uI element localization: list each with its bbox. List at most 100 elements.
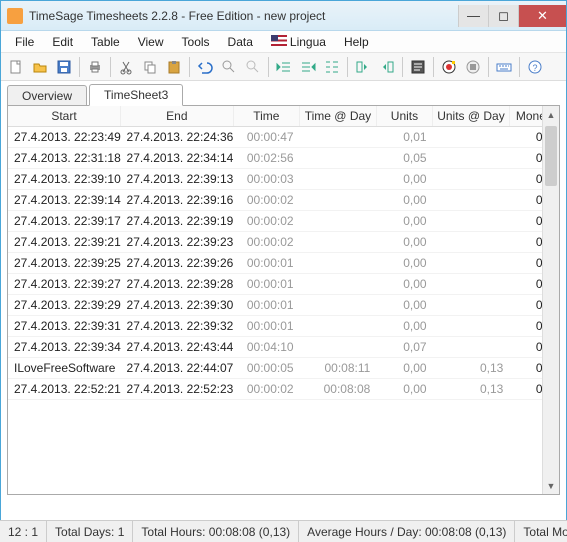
- menu-help[interactable]: Help: [336, 33, 377, 51]
- treeview-icon[interactable]: [321, 56, 343, 78]
- col-end[interactable]: End: [121, 106, 234, 127]
- cell-end[interactable]: 27.4.2013. 22:39:13: [121, 169, 234, 190]
- print-icon[interactable]: [84, 56, 106, 78]
- cell-time[interactable]: 00:00:47: [233, 127, 300, 148]
- cell-time-day[interactable]: [300, 127, 377, 148]
- cell-end[interactable]: 27.4.2013. 22:39:23: [121, 232, 234, 253]
- tab-timesheet3[interactable]: TimeSheet3: [89, 84, 183, 106]
- cell-units-day[interactable]: 0,13: [433, 379, 510, 400]
- scrollbar-thumb[interactable]: [545, 126, 557, 186]
- cell-time-day[interactable]: [300, 190, 377, 211]
- cell-end[interactable]: 27.4.2013. 22:39:16: [121, 190, 234, 211]
- cell-end[interactable]: 27.4.2013. 22:39:32: [121, 316, 234, 337]
- new-icon[interactable]: [5, 56, 27, 78]
- cell-time[interactable]: 00:00:01: [233, 316, 300, 337]
- table-row[interactable]: 27.4.2013. 22:39:3427.4.2013. 22:43:4400…: [8, 337, 559, 358]
- table-row[interactable]: 27.4.2013. 22:39:1027.4.2013. 22:39:1300…: [8, 169, 559, 190]
- table-row[interactable]: 27.4.2013. 22:39:1727.4.2013. 22:39:1900…: [8, 211, 559, 232]
- cell-start[interactable]: 27.4.2013. 22:39:31: [8, 316, 121, 337]
- cell-time-day[interactable]: [300, 316, 377, 337]
- cell-time[interactable]: 00:00:02: [233, 190, 300, 211]
- cell-time[interactable]: 00:00:05: [233, 358, 300, 379]
- col-units-day[interactable]: Units @ Day: [433, 106, 510, 127]
- cell-units[interactable]: 0,00: [376, 379, 432, 400]
- scroll-up-icon[interactable]: ▲: [543, 106, 559, 123]
- titlebar[interactable]: TimeSage Timesheets 2.2.8 - Free Edition…: [1, 1, 566, 31]
- cell-time-day[interactable]: [300, 295, 377, 316]
- cell-start[interactable]: 27.4.2013. 22:39:25: [8, 253, 121, 274]
- record-icon[interactable]: [438, 56, 460, 78]
- maximize-button[interactable]: ◻: [488, 5, 518, 27]
- cell-start[interactable]: 27.4.2013. 22:23:49: [8, 127, 121, 148]
- findnext-icon[interactable]: [242, 56, 264, 78]
- cell-units-day[interactable]: [433, 232, 510, 253]
- cell-end[interactable]: 27.4.2013. 22:43:44: [121, 337, 234, 358]
- menu-tools[interactable]: Tools: [174, 33, 218, 51]
- col-start[interactable]: Start: [8, 106, 121, 127]
- cell-start[interactable]: 27.4.2013. 22:39:10: [8, 169, 121, 190]
- table-row[interactable]: 27.4.2013. 22:39:3127.4.2013. 22:39:3200…: [8, 316, 559, 337]
- cell-time[interactable]: 00:00:01: [233, 253, 300, 274]
- cell-units-day[interactable]: [433, 169, 510, 190]
- cell-end[interactable]: 27.4.2013. 22:44:07: [121, 358, 234, 379]
- cell-units-day[interactable]: [433, 337, 510, 358]
- cell-units[interactable]: 0,07: [376, 337, 432, 358]
- cell-time-day[interactable]: [300, 274, 377, 295]
- cell-time[interactable]: 00:00:03: [233, 169, 300, 190]
- copy-icon[interactable]: [139, 56, 161, 78]
- find-icon[interactable]: [218, 56, 240, 78]
- cell-units-day[interactable]: [433, 190, 510, 211]
- menu-view[interactable]: View: [130, 33, 172, 51]
- cell-time[interactable]: 00:00:02: [233, 232, 300, 253]
- cell-units[interactable]: 0,00: [376, 211, 432, 232]
- table-row[interactable]: 27.4.2013. 22:39:2527.4.2013. 22:39:2600…: [8, 253, 559, 274]
- cell-end[interactable]: 27.4.2013. 22:52:23: [121, 379, 234, 400]
- table-row[interactable]: ILoveFreeSoftware27.4.2013. 22:44:0700:0…: [8, 358, 559, 379]
- cell-start[interactable]: ILoveFreeSoftware: [8, 358, 121, 379]
- column-right-icon[interactable]: [376, 56, 398, 78]
- cell-units[interactable]: 0,00: [376, 232, 432, 253]
- cell-end[interactable]: 27.4.2013. 22:24:36: [121, 127, 234, 148]
- cell-time[interactable]: 00:00:02: [233, 211, 300, 232]
- cell-start[interactable]: 27.4.2013. 22:39:27: [8, 274, 121, 295]
- paste-icon[interactable]: [163, 56, 185, 78]
- cell-units[interactable]: 0,00: [376, 316, 432, 337]
- cell-start[interactable]: 27.4.2013. 22:39:34: [8, 337, 121, 358]
- cell-time[interactable]: 00:00:02: [233, 379, 300, 400]
- cell-end[interactable]: 27.4.2013. 22:34:14: [121, 148, 234, 169]
- cell-time-day[interactable]: [300, 169, 377, 190]
- cell-start[interactable]: 27.4.2013. 22:39:14: [8, 190, 121, 211]
- cell-units[interactable]: 0,00: [376, 274, 432, 295]
- cell-start[interactable]: 27.4.2013. 22:52:21: [8, 379, 121, 400]
- data-grid[interactable]: Start End Time Time @ Day Units Units @ …: [7, 105, 560, 495]
- cell-time[interactable]: 00:04:10: [233, 337, 300, 358]
- cell-units-day[interactable]: [433, 253, 510, 274]
- notes-icon[interactable]: [407, 56, 429, 78]
- stop-icon[interactable]: [462, 56, 484, 78]
- cell-units-day[interactable]: [433, 295, 510, 316]
- column-left-icon[interactable]: [352, 56, 374, 78]
- cell-end[interactable]: 27.4.2013. 22:39:30: [121, 295, 234, 316]
- col-units[interactable]: Units: [376, 106, 432, 127]
- cell-units[interactable]: 0,00: [376, 358, 432, 379]
- cell-units[interactable]: 0,00: [376, 253, 432, 274]
- cell-time-day[interactable]: [300, 337, 377, 358]
- cell-time[interactable]: 00:02:56: [233, 148, 300, 169]
- table-row[interactable]: 27.4.2013. 22:31:1827.4.2013. 22:34:1400…: [8, 148, 559, 169]
- menu-edit[interactable]: Edit: [44, 33, 81, 51]
- menu-lingua[interactable]: Lingua: [263, 33, 334, 51]
- cell-time-day[interactable]: [300, 148, 377, 169]
- table-row[interactable]: 27.4.2013. 22:39:2927.4.2013. 22:39:3000…: [8, 295, 559, 316]
- cell-units-day[interactable]: [433, 211, 510, 232]
- cell-units-day[interactable]: [433, 316, 510, 337]
- cell-units-day[interactable]: [433, 148, 510, 169]
- menu-table[interactable]: Table: [83, 33, 128, 51]
- table-row[interactable]: 27.4.2013. 22:23:4927.4.2013. 22:24:3600…: [8, 127, 559, 148]
- scroll-down-icon[interactable]: ▼: [543, 477, 559, 494]
- help-icon[interactable]: ?: [524, 56, 546, 78]
- open-icon[interactable]: [29, 56, 51, 78]
- cell-start[interactable]: 27.4.2013. 22:39:21: [8, 232, 121, 253]
- cell-time[interactable]: 00:00:01: [233, 295, 300, 316]
- indent-icon[interactable]: [297, 56, 319, 78]
- cell-time-day[interactable]: [300, 232, 377, 253]
